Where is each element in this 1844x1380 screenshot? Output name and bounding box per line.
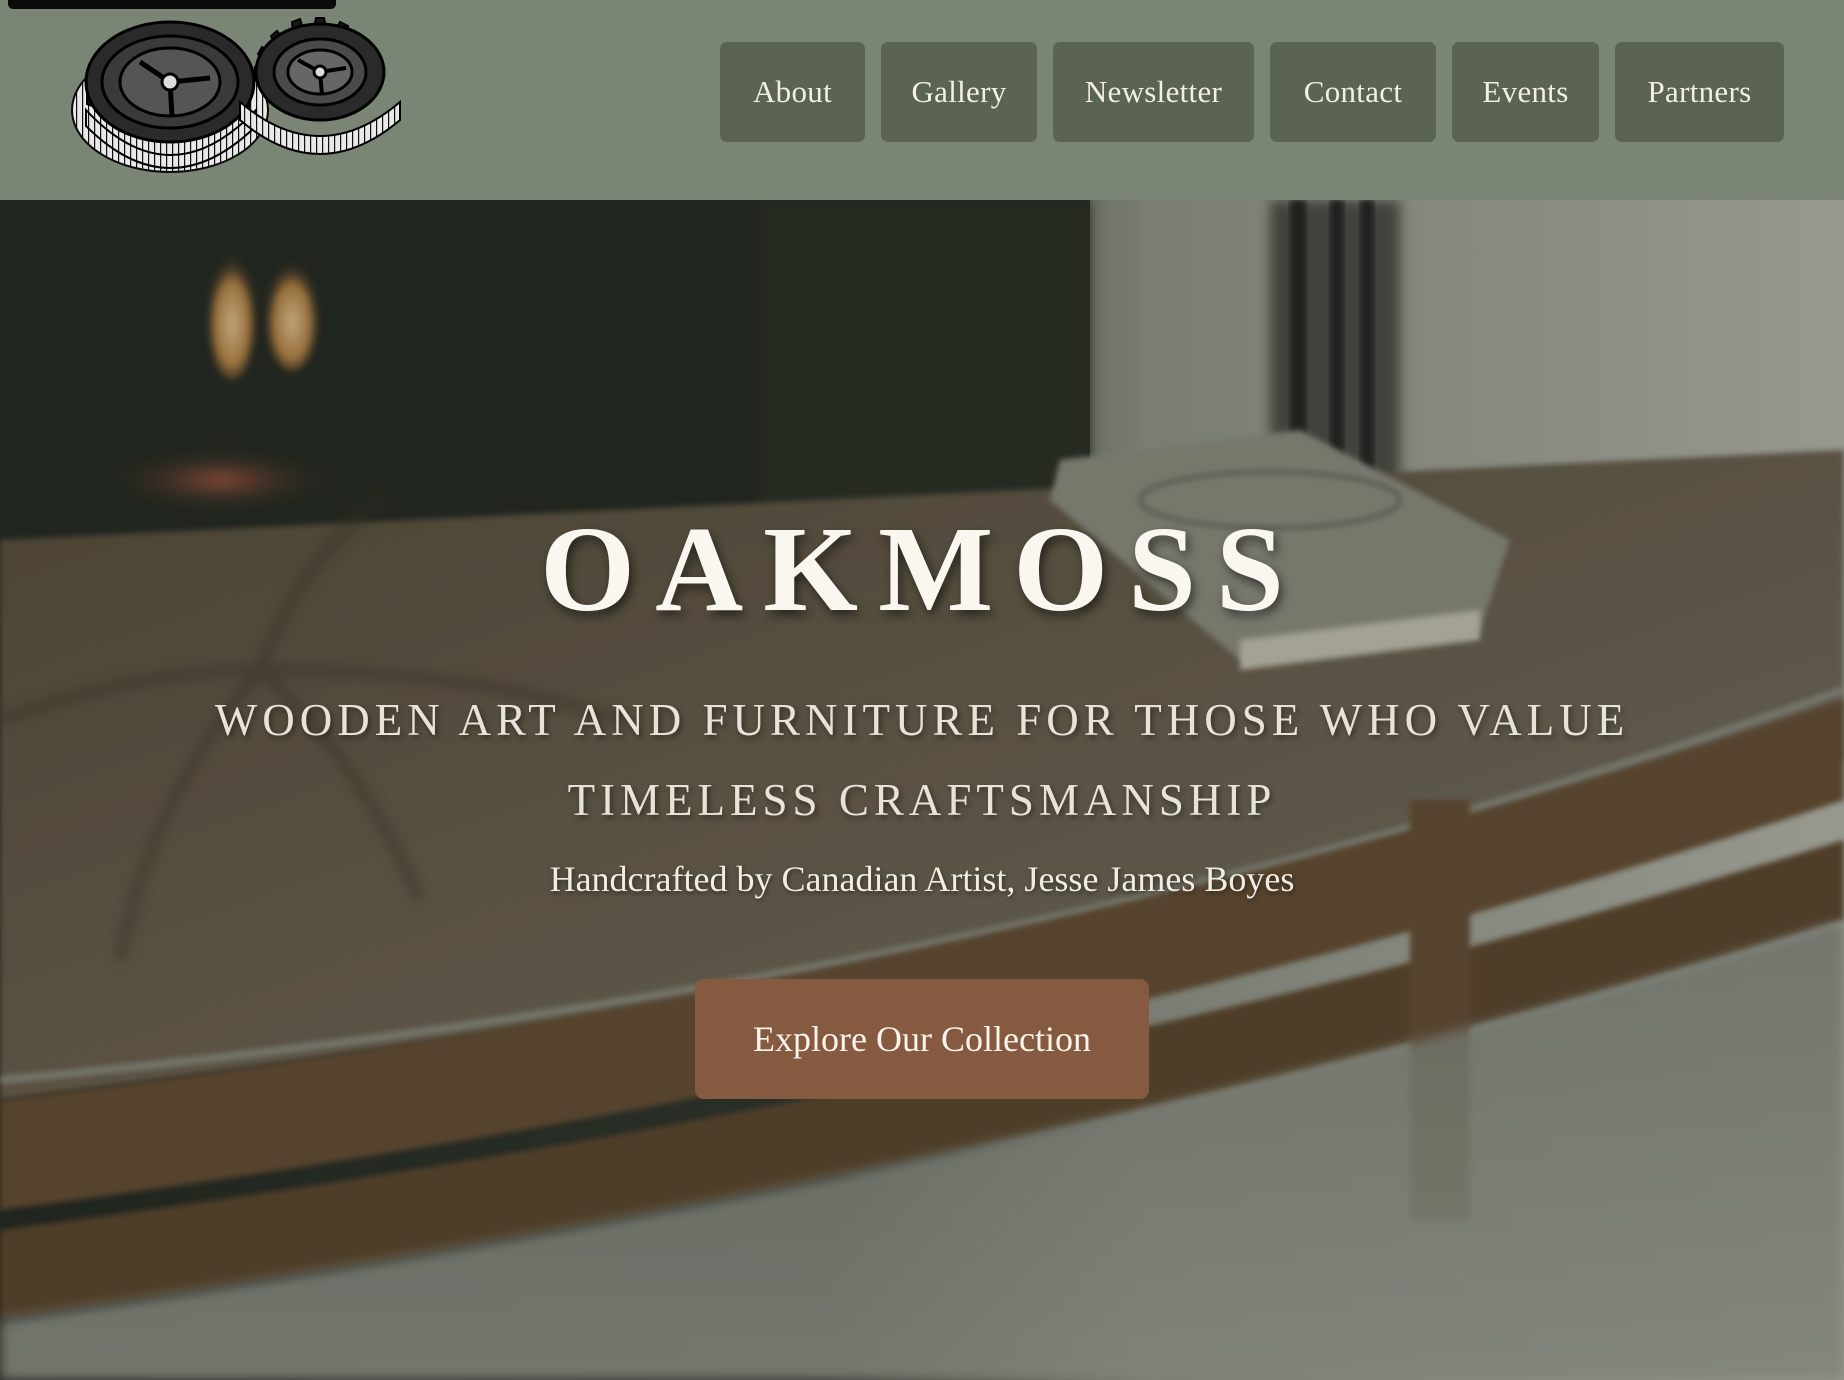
hero-tagline-line2: Timeless Craftsmanship — [567, 775, 1277, 825]
nav-about-button[interactable]: About — [720, 42, 865, 142]
site-header: About Gallery Newsletter Contact Events … — [0, 0, 1844, 200]
explore-collection-button[interactable]: Explore Our Collection — [695, 979, 1149, 1099]
nav-events-button[interactable]: Events — [1452, 42, 1599, 142]
main-nav: About Gallery Newsletter Contact Events … — [0, 42, 1844, 142]
hero-section: OAKMOSS Wooden Art and Furniture for Tho… — [0, 200, 1844, 1380]
hero-byline: Handcrafted by Canadian Artist, Jesse Ja… — [549, 859, 1295, 899]
nav-partners-button[interactable]: Partners — [1615, 42, 1784, 142]
nav-newsletter-button[interactable]: Newsletter — [1053, 42, 1254, 142]
hero-tagline-line1: Wooden Art and Furniture for Those Who V… — [214, 695, 1630, 745]
hero-tagline: Wooden Art and Furniture for Those Who V… — [160, 680, 1684, 840]
hero-content: OAKMOSS Wooden Art and Furniture for Tho… — [0, 200, 1844, 1380]
nav-gallery-button[interactable]: Gallery — [881, 42, 1037, 142]
hero-title: OAKMOSS — [540, 502, 1304, 637]
page: About Gallery Newsletter Contact Events … — [0, 0, 1844, 1380]
top-bar-strip — [8, 0, 336, 9]
nav-contact-button[interactable]: Contact — [1270, 42, 1436, 142]
